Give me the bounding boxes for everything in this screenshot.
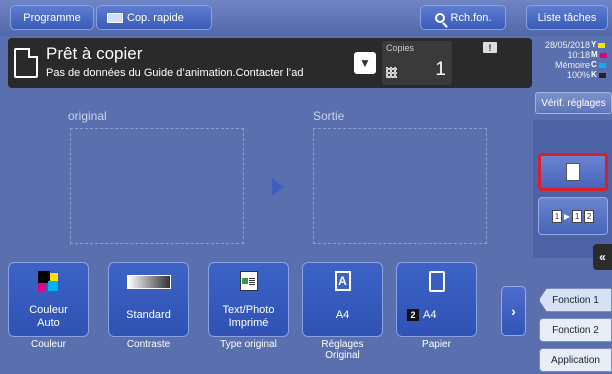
papier-size: A4 bbox=[423, 309, 437, 321]
type-original-caption: Type original bbox=[220, 339, 277, 350]
document-icon bbox=[14, 48, 38, 78]
papier-value: 2 A4 bbox=[397, 309, 476, 322]
top-bar: Programme Cop. rapide Rch.fon. Liste tâc… bbox=[0, 0, 612, 36]
expand-message-button[interactable]: ▼ bbox=[354, 52, 376, 74]
cop-rapide-label: Cop. rapide bbox=[127, 11, 184, 24]
copy-icon bbox=[107, 12, 123, 23]
copies-label: Copies bbox=[386, 43, 415, 53]
toner-magenta: M bbox=[591, 50, 611, 60]
date-time-display: 28/05/2018 10:18 Mémoire 100% bbox=[508, 40, 590, 80]
chevron-right-icon: › bbox=[511, 303, 516, 319]
search-icon bbox=[434, 12, 445, 23]
tab-application-label: Application bbox=[551, 354, 600, 366]
tray-number: 2 bbox=[407, 309, 419, 321]
tab-fonction-2-label: Fonction 2 bbox=[552, 324, 599, 336]
original-label: original bbox=[68, 109, 107, 123]
time: 10:18 bbox=[567, 50, 590, 60]
papier-button[interactable]: 2 A4 bbox=[396, 262, 477, 337]
double-chevron-left-icon: « bbox=[599, 250, 606, 264]
verif-reglages-label: Vérif. réglages bbox=[541, 97, 606, 109]
original-preview-box bbox=[70, 128, 244, 244]
paper-icon bbox=[428, 271, 445, 292]
cop-rapide-button[interactable]: Cop. rapide bbox=[96, 5, 212, 30]
type-original-value: Text/Photo Imprimé bbox=[222, 304, 275, 329]
status-message: Pas de données du Guide d’animation.Cont… bbox=[46, 67, 304, 79]
rch-fon-button[interactable]: Rch.fon. bbox=[420, 5, 506, 30]
papier-caption: Papier bbox=[422, 339, 451, 350]
duplex-icon: 1 ▶ 1 2 bbox=[551, 209, 595, 223]
tab-fonction-1[interactable]: Fonction 1 bbox=[539, 288, 612, 312]
copies-field[interactable]: Copies 1 bbox=[382, 41, 452, 85]
contraste-button[interactable]: Standard bbox=[108, 262, 189, 337]
tab-fonction-1-label: Fonction 1 bbox=[552, 294, 599, 306]
programme-label: Programme bbox=[23, 11, 81, 24]
rch-fon-label: Rch.fon. bbox=[450, 11, 492, 24]
color-icon bbox=[37, 271, 60, 293]
programme-button[interactable]: Programme bbox=[10, 5, 94, 30]
duplex-button[interactable]: 1 ▶ 1 2 bbox=[538, 197, 608, 235]
toner-levels: Y M C K bbox=[591, 40, 611, 80]
type-original-button[interactable]: Text/Photo Imprimé bbox=[208, 262, 289, 337]
output-preview-box bbox=[313, 128, 487, 244]
chevron-down-icon: ▼ bbox=[359, 56, 371, 70]
liste-taches-label: Liste tâches bbox=[537, 11, 597, 24]
tab-application[interactable]: Application bbox=[539, 348, 612, 372]
contrast-icon bbox=[126, 275, 171, 289]
liste-taches-button[interactable]: Liste tâches bbox=[526, 5, 608, 30]
original-size-icon: A bbox=[334, 271, 351, 291]
memory-value: 100% bbox=[566, 70, 590, 80]
single-page-icon bbox=[566, 163, 580, 181]
couleur-value: Couleur Auto bbox=[29, 304, 68, 329]
text-photo-icon bbox=[239, 271, 258, 291]
toner-cyan: C bbox=[591, 60, 611, 70]
contraste-value: Standard bbox=[126, 309, 171, 321]
arrow-right-icon bbox=[272, 178, 284, 196]
status-panel: Prêt à copier Pas de données du Guide d’… bbox=[8, 38, 532, 88]
warning-icon[interactable]: ! bbox=[483, 42, 497, 53]
memory-label: Mémoire bbox=[554, 60, 590, 70]
next-page-button[interactable]: › bbox=[501, 286, 526, 336]
verif-reglages-button[interactable]: Vérif. réglages bbox=[535, 92, 612, 114]
reglages-original-button[interactable]: A A4 bbox=[302, 262, 383, 337]
date: 28/05/2018 bbox=[544, 40, 590, 50]
toner-black: K bbox=[591, 70, 611, 80]
reglages-original-caption: Réglages Original bbox=[321, 339, 364, 361]
couleur-caption: Couleur bbox=[30, 339, 67, 350]
tab-fonction-2[interactable]: Fonction 2 bbox=[539, 318, 612, 342]
keypad-icon bbox=[386, 67, 397, 78]
couleur-button[interactable]: Couleur Auto bbox=[8, 262, 89, 337]
toner-yellow: Y bbox=[591, 40, 611, 50]
sortie-label: Sortie bbox=[313, 109, 345, 123]
status-title: Prêt à copier bbox=[46, 44, 143, 63]
reglages-original-value: A4 bbox=[335, 309, 350, 321]
simplex-button[interactable] bbox=[538, 153, 608, 191]
collapse-panel-button[interactable]: « bbox=[593, 244, 612, 270]
copies-value: 1 bbox=[435, 59, 446, 80]
contraste-caption: Contraste bbox=[126, 339, 171, 350]
